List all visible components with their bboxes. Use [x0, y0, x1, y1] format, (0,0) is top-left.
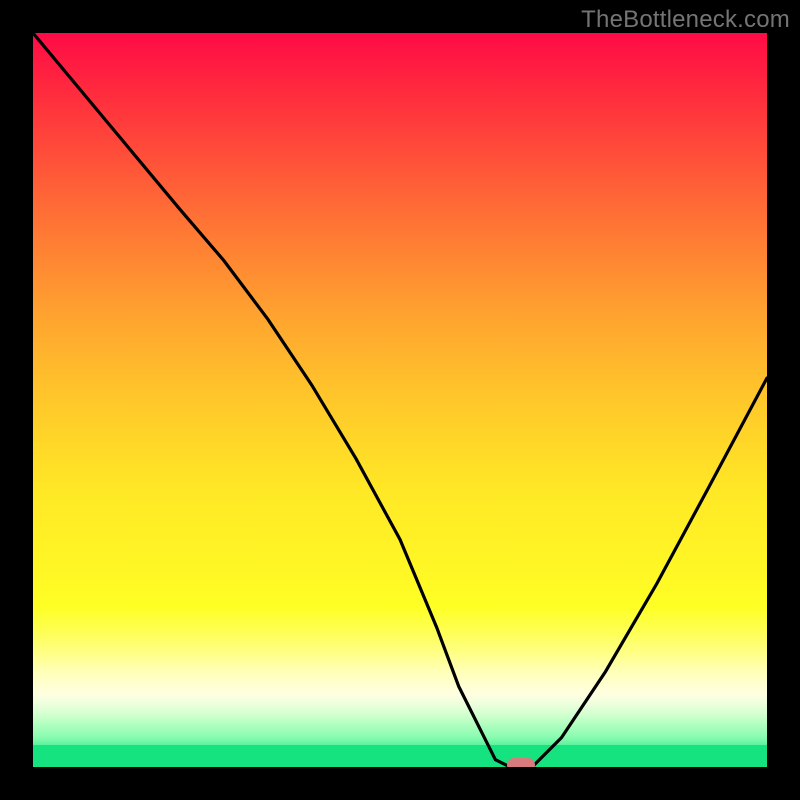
optimal-marker: [507, 758, 535, 767]
chart-frame: TheBottleneck.com: [0, 0, 800, 800]
plot-area: [33, 33, 767, 767]
curve-svg: [33, 33, 767, 767]
watermark-text: TheBottleneck.com: [581, 6, 790, 34]
bottleneck-curve-path: [33, 33, 767, 767]
